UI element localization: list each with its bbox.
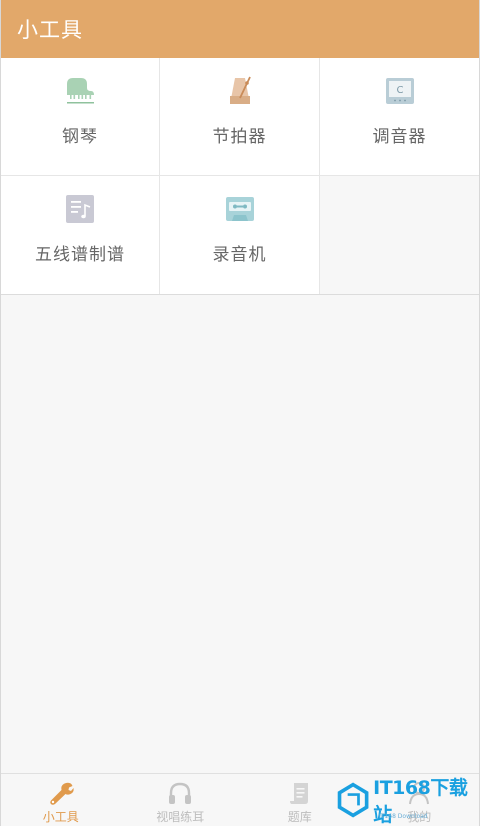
tool-metronome[interactable]: 节拍器	[160, 58, 320, 176]
cassette-recorder-icon	[225, 197, 254, 221]
tab-ear-training[interactable]: 视唱练耳	[121, 774, 241, 826]
watermark-subtext: IT168 Download	[379, 813, 428, 820]
scroll-icon	[289, 783, 308, 804]
headphones-icon	[169, 782, 192, 804]
tool-sheet-music[interactable]: 五线谱制谱	[1, 176, 160, 294]
tool-grid: 钢琴 节拍器 C 调音器 五线谱制谱 录音机	[1, 58, 479, 295]
tool-label: 调音器	[372, 127, 427, 147]
sheet-music-icon	[66, 195, 94, 223]
tool-label: 节拍器	[212, 127, 267, 147]
empty-cell	[320, 176, 479, 294]
tuner-icon: C	[385, 78, 414, 104]
app-header: 小工具	[1, 0, 479, 58]
tool-tuner[interactable]: C 调音器	[320, 58, 479, 176]
tool-label: 五线谱制谱	[35, 245, 125, 265]
piano-icon	[67, 78, 94, 104]
tool-label: 录音机	[212, 245, 267, 265]
metronome-icon	[229, 76, 251, 104]
tool-label: 钢琴	[62, 127, 98, 147]
page-title: 小工具	[17, 18, 83, 42]
wrench-icon	[50, 782, 74, 805]
tool-recorder[interactable]: 录音机	[160, 176, 320, 294]
watermark-logo: IT168下载站 IT168 Download	[335, 776, 475, 826]
svg-text:C: C	[396, 85, 403, 96]
tab-label: 题库	[287, 810, 312, 824]
tab-tools[interactable]: 小工具	[1, 774, 121, 826]
tab-label: 视唱练耳	[156, 810, 205, 824]
tool-piano[interactable]: 钢琴	[1, 58, 160, 176]
tab-label: 小工具	[42, 810, 79, 824]
watermark-logo-icon	[337, 782, 369, 818]
